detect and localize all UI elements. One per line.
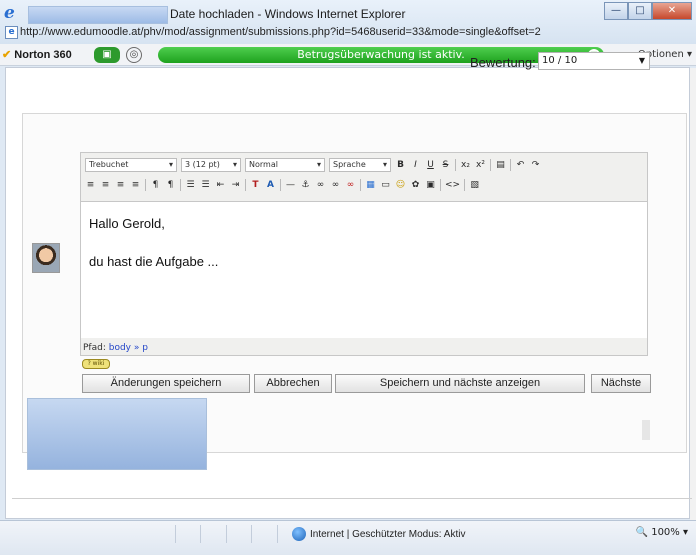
bold-icon[interactable]: B bbox=[395, 159, 406, 171]
norton-logo-text: Norton 360 bbox=[14, 49, 72, 61]
smiley-icon[interactable]: ☺ bbox=[395, 179, 406, 191]
redo-icon[interactable]: ↷ bbox=[530, 159, 541, 171]
paragraph-style-select[interactable]: Normal ▾ bbox=[245, 158, 325, 172]
status-bar: Internet | Geschützter Modus: Aktiv 🔍 10… bbox=[0, 520, 696, 555]
align-right-icon[interactable]: ≡ bbox=[115, 179, 126, 191]
html-editor: Trebuchet ▾ 3 (12 pt) ▾ Normal ▾ Sprache ▾ B… bbox=[80, 152, 648, 356]
anchor-icon[interactable]: ⚓ bbox=[300, 179, 311, 191]
separator bbox=[360, 179, 361, 191]
address-url[interactable]: http://www.edumoodle.at/phv/mod/assignme… bbox=[20, 26, 541, 38]
indent-icon[interactable]: ⇥ bbox=[230, 179, 241, 191]
grade-label: Bewertung: bbox=[470, 55, 536, 70]
unordered-list-icon[interactable]: ☰ bbox=[200, 179, 211, 191]
font-size-select[interactable]: 3 (12 pt) ▾ bbox=[181, 158, 241, 172]
editor-path-link[interactable]: body » p bbox=[109, 343, 148, 353]
subscript-icon[interactable]: x₂ bbox=[460, 159, 471, 171]
status-cells bbox=[150, 525, 278, 543]
avatar bbox=[32, 243, 60, 273]
ordered-list-icon[interactable]: ☰ bbox=[185, 179, 196, 191]
separator bbox=[464, 179, 466, 191]
separator bbox=[280, 179, 281, 191]
editor-path: Pfad: body » p bbox=[83, 343, 148, 353]
rtl-icon[interactable]: ¶ bbox=[165, 179, 176, 191]
wiki-help-icon[interactable]: ? wiki bbox=[82, 359, 110, 369]
redacted-region bbox=[27, 398, 207, 470]
ie-window: e Date hochladen - Windows Internet Expl… bbox=[0, 0, 696, 555]
outdent-icon[interactable]: ⇤ bbox=[215, 179, 226, 191]
special-char-icon[interactable]: ✿ bbox=[410, 179, 421, 191]
italic-icon[interactable]: I bbox=[410, 159, 421, 171]
grade-value: 10 / 10 bbox=[542, 55, 578, 66]
align-center-icon[interactable]: ≡ bbox=[100, 179, 111, 191]
security-zone-text: Internet | Geschützter Modus: Aktiv bbox=[310, 528, 466, 540]
norton-logo[interactable]: ✔ Norton 360 bbox=[2, 48, 72, 61]
maximize-button[interactable]: □ bbox=[628, 2, 652, 20]
justify-icon[interactable]: ≡ bbox=[130, 179, 141, 191]
image-icon[interactable]: ▦ bbox=[365, 179, 376, 191]
close-button[interactable]: ✕ bbox=[652, 2, 692, 20]
cancel-button[interactable]: Abbrechen bbox=[254, 374, 332, 393]
chevron-down-icon: ▼ bbox=[638, 56, 645, 65]
ie-logo-icon: e bbox=[4, 3, 15, 23]
language-select[interactable]: Sprache ▾ bbox=[329, 158, 391, 172]
window-controls: — □ ✕ bbox=[604, 2, 692, 20]
separator bbox=[510, 159, 511, 171]
scrollbar[interactable] bbox=[690, 68, 696, 520]
bg-color-icon[interactable]: A bbox=[265, 179, 276, 191]
editor-text-line: Hallo Gerold, bbox=[89, 216, 165, 231]
separator bbox=[245, 179, 246, 191]
separator bbox=[455, 159, 456, 171]
zoom-level[interactable]: 🔍 100% ▾ bbox=[636, 527, 688, 538]
separator bbox=[440, 179, 441, 191]
save-changes-button[interactable]: Änderungen speichern bbox=[82, 374, 250, 393]
undo-icon[interactable]: ↶ bbox=[515, 159, 526, 171]
text-color-icon[interactable]: T bbox=[250, 179, 261, 191]
link-icon[interactable]: ∞ bbox=[315, 179, 326, 191]
title-bar: e Date hochladen - Windows Internet Expl… bbox=[0, 0, 696, 44]
norton-monitor-icon[interactable]: ▣ bbox=[94, 47, 120, 63]
page-icon: e bbox=[5, 26, 18, 39]
separator bbox=[145, 179, 146, 191]
search-replace-icon[interactable]: ▣ bbox=[425, 179, 436, 191]
save-and-next-button[interactable]: Speichern und nächste anzeigen bbox=[335, 374, 585, 393]
superscript-icon[interactable]: x² bbox=[475, 159, 486, 171]
editor-content[interactable]: Hallo Gerold, du hast die Aufgabe ... bbox=[81, 201, 647, 338]
grade-select[interactable]: 10 / 10 ▼ bbox=[538, 52, 650, 70]
security-zone[interactable]: Internet | Geschützter Modus: Aktiv bbox=[292, 527, 465, 541]
scrollbar-thumb[interactable] bbox=[642, 420, 650, 440]
norton-check-icon: ✔ bbox=[2, 49, 12, 61]
editor-toolbar-row-2: ≡ ≡ ≡ ≡ ¶ ¶ ☰ ☰ ⇤ ⇥ T A — ⚓ ∞ ∞ ∞ ▦ ▭ ☺ … bbox=[85, 177, 480, 193]
address-bar[interactable]: e http://www.edumoodle.at/phv/mod/assign… bbox=[0, 23, 696, 43]
minimize-button[interactable]: — bbox=[604, 2, 628, 20]
separator bbox=[180, 179, 181, 191]
align-left-icon[interactable]: ≡ bbox=[85, 179, 96, 191]
globe-icon bbox=[292, 527, 306, 541]
editor-text-line: du hast die Aufgabe ... bbox=[89, 254, 219, 269]
norton-status-text: Betrugsüberwachung ist aktiv. bbox=[297, 48, 465, 61]
window-title: Date hochladen - Windows Internet Explor… bbox=[170, 7, 406, 21]
fullscreen-icon[interactable]: ▧ bbox=[469, 179, 480, 191]
redacted-region bbox=[28, 6, 168, 24]
separator bbox=[490, 159, 491, 171]
editor-toolbar-row-1: Trebuchet ▾ 3 (12 pt) ▾ Normal ▾ Sprache ▾ B… bbox=[85, 157, 541, 173]
strikethrough-icon[interactable]: S bbox=[440, 159, 451, 171]
ltr-icon[interactable]: ¶ bbox=[150, 179, 161, 191]
underline-icon[interactable]: U bbox=[425, 159, 436, 171]
divider bbox=[12, 498, 692, 499]
globe-icon[interactable]: ◎ bbox=[126, 47, 142, 63]
unlink-icon[interactable]: ∞ bbox=[330, 179, 341, 191]
horizontal-rule-icon[interactable]: — bbox=[285, 179, 296, 191]
next-button[interactable]: Nächste bbox=[591, 374, 651, 393]
clean-word-icon[interactable]: ▤ bbox=[495, 159, 506, 171]
nolink-icon[interactable]: ∞ bbox=[345, 179, 356, 191]
font-select[interactable]: Trebuchet ▾ bbox=[85, 158, 177, 172]
table-icon[interactable]: ▭ bbox=[380, 179, 391, 191]
html-source-icon[interactable]: <> bbox=[445, 179, 460, 191]
